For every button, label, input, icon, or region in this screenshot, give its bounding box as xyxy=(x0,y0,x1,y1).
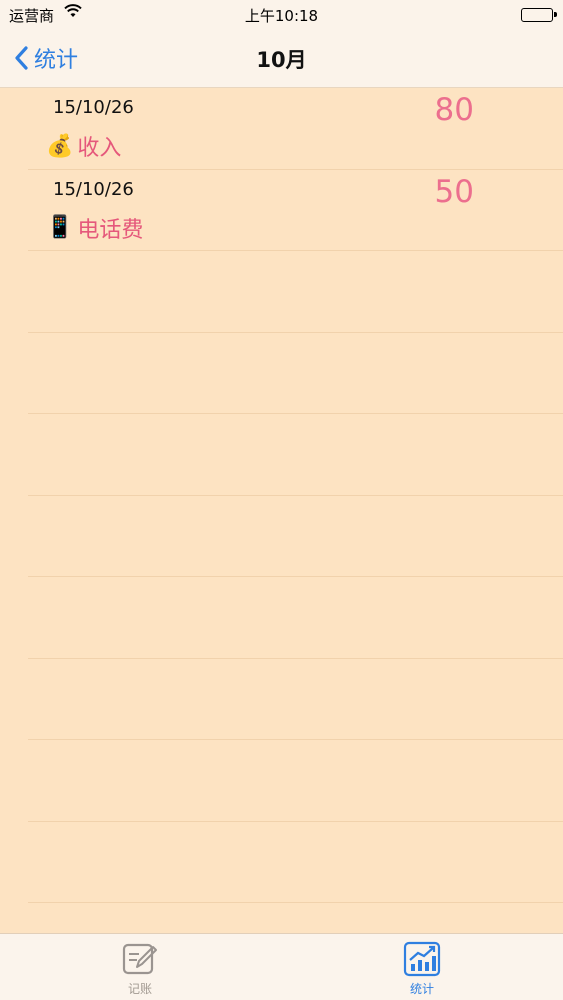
empty-row xyxy=(28,740,563,822)
chart-icon xyxy=(403,941,441,977)
money-bag-icon: 💰 xyxy=(46,133,74,159)
tab-statistics-label: 统计 xyxy=(409,982,434,996)
entry-category: 💰 收入 xyxy=(46,130,121,162)
entry-date: 15/10/26 xyxy=(53,97,134,118)
list-item[interactable]: 15/10/26 💰 收入 80 xyxy=(28,88,563,170)
entry-category: 📱 电话费 xyxy=(46,212,143,244)
tab-bookkeeping[interactable]: 记账 xyxy=(100,940,180,998)
status-time: 上午10:18 xyxy=(244,7,319,25)
empty-row xyxy=(28,414,563,496)
tab-bookkeeping-label: 记账 xyxy=(127,982,152,996)
tab-bar: 记账 统计 xyxy=(0,933,563,1000)
list-item[interactable]: 15/10/26 📱 电话费 50 xyxy=(28,170,563,251)
empty-row xyxy=(28,251,563,333)
edit-icon xyxy=(122,943,157,975)
entry-amount: 80 xyxy=(434,92,474,128)
entry-category-label: 收入 xyxy=(77,136,122,161)
entry-amount: 50 xyxy=(434,173,474,210)
empty-row xyxy=(28,577,563,659)
tab-statistics[interactable]: 统计 xyxy=(382,940,462,998)
navigation-bar: 统计 10月 xyxy=(0,30,563,86)
entry-list: 15/10/26 💰 收入 80 15/10/26 📱 电话费 50 xyxy=(0,88,563,903)
empty-row xyxy=(28,333,563,414)
empty-row xyxy=(28,659,563,740)
page-title: 10月 xyxy=(256,48,307,72)
empty-row xyxy=(28,822,563,903)
entry-category-label: 电话费 xyxy=(77,217,144,243)
mobile-phone-icon: 📱 xyxy=(46,215,74,240)
status-bar: 运营商 上午10:18 xyxy=(0,0,563,30)
empty-row xyxy=(28,496,563,577)
top-bar: 运营商 上午10:18 统计 10月 xyxy=(0,0,563,88)
battery-icon xyxy=(521,8,557,22)
entry-date: 15/10/26 xyxy=(53,178,134,200)
